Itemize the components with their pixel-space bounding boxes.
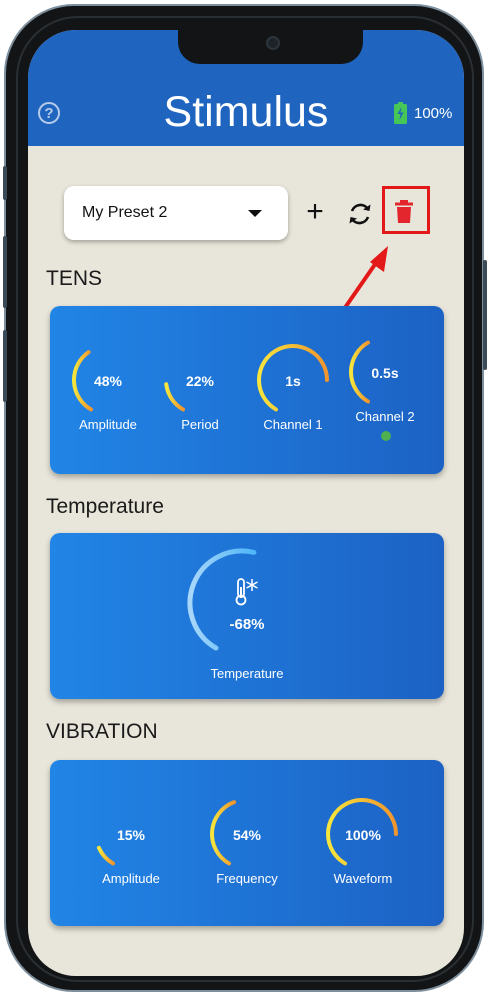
vibration-amplitude-value: 15% xyxy=(116,827,146,843)
tens-card: 48% Amplitude 22% Period 1s Channel 1 0.… xyxy=(50,306,444,474)
sync-icon[interactable] xyxy=(346,200,374,228)
temperature-label: Temperature xyxy=(210,666,284,681)
temperature-value: -68% xyxy=(229,616,265,633)
tens-amplitude-value: 48% xyxy=(93,373,123,389)
battery-level: 100% xyxy=(414,105,453,122)
vibration-frequency-label: Frequency xyxy=(216,871,278,886)
section-title-vibration: VIBRATION xyxy=(46,720,158,743)
tens-channel1-label: Channel 1 xyxy=(263,417,323,432)
phone-notch xyxy=(178,30,363,64)
tens-channel2-label: Channel 2 xyxy=(355,409,415,424)
side-button-volume-down xyxy=(3,330,7,402)
vibration-card: 15% Amplitude 54% Frequency 100% Wavefor… xyxy=(50,760,444,926)
vibration-amplitude-label: Amplitude xyxy=(102,871,160,886)
preset-select[interactable]: My Preset 2 xyxy=(64,186,288,240)
side-button-silent xyxy=(3,166,7,200)
tens-period-value: 22% xyxy=(185,373,215,389)
tens-amplitude-label: Amplitude xyxy=(79,417,137,432)
vibration-waveform-label: Waveform xyxy=(333,871,393,886)
app-screen: ? Stimulus 100% My Preset 2 + TENS 48% A… xyxy=(28,30,464,976)
channel2-status-dot xyxy=(381,431,391,441)
vibration-frequency-value: 54% xyxy=(232,827,262,843)
chevron-down-icon xyxy=(248,210,262,217)
section-title-temperature: Temperature xyxy=(46,495,164,518)
section-title-tens: TENS xyxy=(46,267,103,290)
camera-icon xyxy=(266,36,280,50)
tens-period-label: Period xyxy=(181,417,219,432)
tens-channel1-value: 1s xyxy=(285,373,301,389)
vibration-waveform-value: 100% xyxy=(345,827,381,843)
gauge-arc xyxy=(96,845,115,866)
thermometer-snowflake-icon xyxy=(235,578,258,606)
side-button-power xyxy=(483,260,487,370)
trash-icon[interactable] xyxy=(394,200,414,224)
battery-icon xyxy=(394,102,407,124)
preset-value: My Preset 2 xyxy=(82,204,168,221)
temperature-card: -68% Temperature xyxy=(50,533,444,699)
add-preset-button[interactable]: + xyxy=(302,197,328,228)
side-button-volume-up xyxy=(3,236,7,308)
tens-channel2-value: 0.5s xyxy=(371,365,399,381)
